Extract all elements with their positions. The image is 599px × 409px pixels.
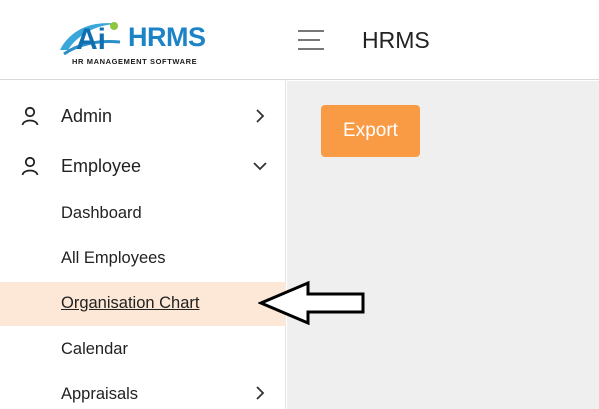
main-content: Export xyxy=(287,81,599,409)
sidebar-subitem-label: Organisation Chart xyxy=(61,294,200,312)
sidebar: Admin Employee Dashboard All Employees O… xyxy=(0,80,286,409)
top-header: Ai HRMS HR MANAGEMENT SOFTWARE HRMS xyxy=(0,0,599,80)
sidebar-item-label: Employee xyxy=(61,155,142,176)
page-title: HRMS xyxy=(362,27,430,53)
sidebar-item-label: Admin xyxy=(61,105,113,126)
sidebar-subitem-appraisals[interactable]: Appraisals xyxy=(0,373,286,409)
sidebar-subitem-all-employees[interactable]: All Employees xyxy=(0,237,286,281)
sidebar-subitem-label: Dashboard xyxy=(61,204,142,222)
menu-toggle-icon[interactable] xyxy=(298,30,324,52)
svg-text:Ai: Ai xyxy=(76,23,106,56)
sidebar-item-admin[interactable]: Admin xyxy=(0,94,286,138)
chevron-down-icon xyxy=(253,162,267,171)
app-logo[interactable]: Ai HRMS HR MANAGEMENT SOFTWARE xyxy=(58,16,228,72)
sidebar-subitem-dashboard[interactable]: Dashboard xyxy=(0,192,286,236)
user-icon xyxy=(21,156,39,176)
user-icon xyxy=(21,106,39,126)
chevron-right-icon xyxy=(256,109,265,123)
sidebar-subitem-organisation-chart[interactable]: Organisation Chart xyxy=(0,282,286,326)
logo-text: HRMS xyxy=(128,22,206,52)
sidebar-item-employee[interactable]: Employee xyxy=(0,144,286,188)
export-button[interactable]: Export xyxy=(321,105,420,157)
logo-tagline: HR MANAGEMENT SOFTWARE xyxy=(72,57,198,66)
sidebar-subitem-label: Appraisals xyxy=(61,385,139,403)
sidebar-subitem-label: Calendar xyxy=(61,340,128,358)
sidebar-subitem-calendar[interactable]: Calendar xyxy=(0,328,286,372)
sidebar-subitem-label: All Employees xyxy=(61,249,166,267)
annotation-arrow-icon xyxy=(258,280,365,326)
chevron-right-icon xyxy=(256,386,265,400)
logo-swoosh-icon: Ai xyxy=(60,22,121,56)
